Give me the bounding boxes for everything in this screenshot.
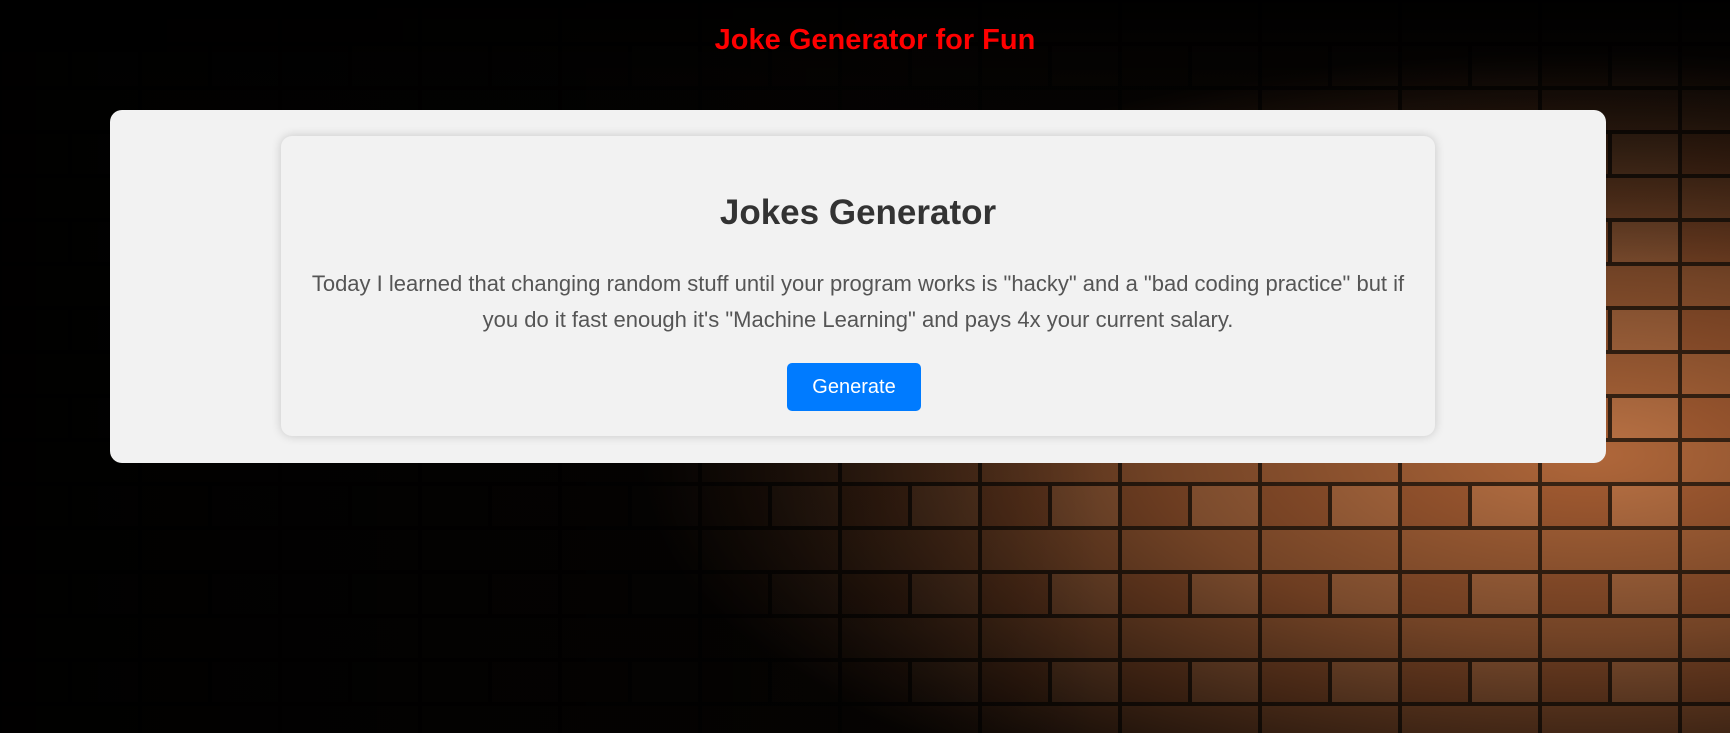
- joke-text: Today I learned that changing random stu…: [311, 271, 1405, 332]
- main-panel: Jokes Generator Today I learned that cha…: [110, 110, 1606, 463]
- card-title: Jokes Generator: [719, 193, 997, 232]
- page-title: Joke Generator for Fun: [714, 24, 1036, 56]
- joke-card: Jokes Generator Today I learned that cha…: [281, 136, 1435, 436]
- generate-button[interactable]: Generate: [787, 363, 921, 411]
